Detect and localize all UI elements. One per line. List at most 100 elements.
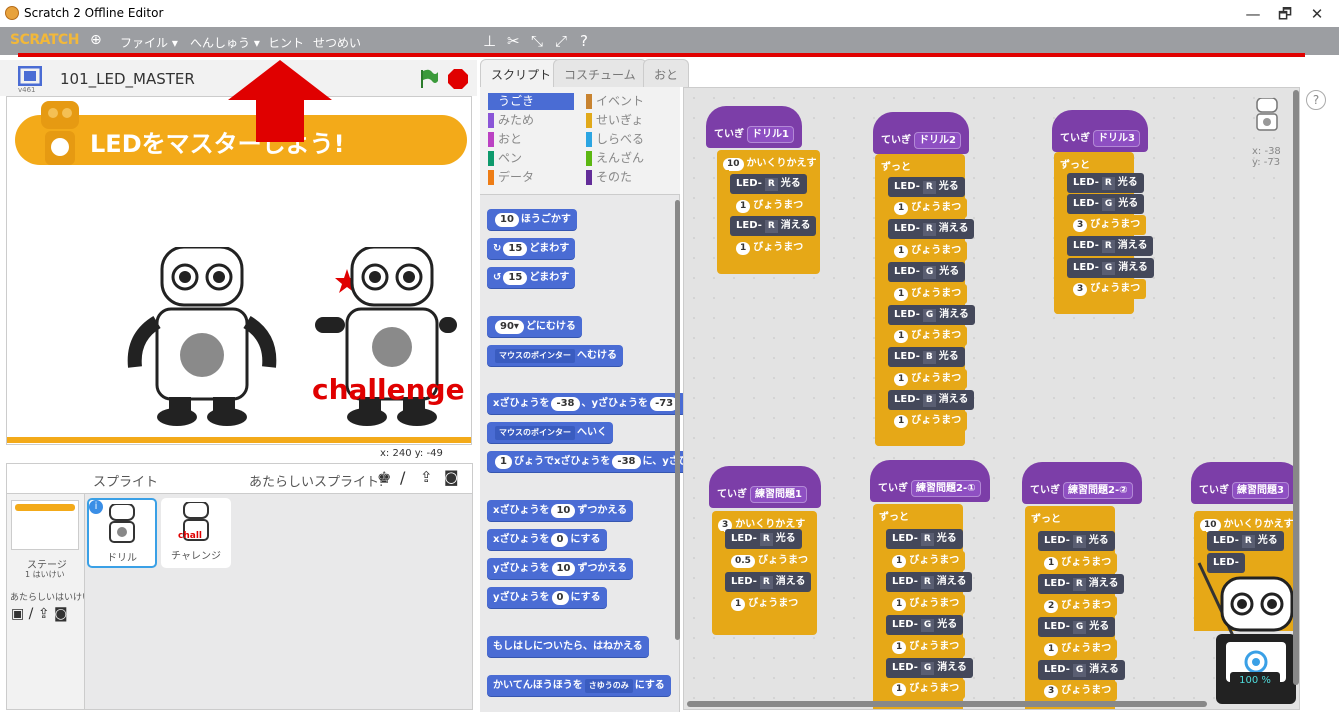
- led-block[interactable]: LED- G 消える: [1038, 660, 1125, 680]
- sprite-info-icon[interactable]: i: [89, 500, 103, 514]
- block-change-y[interactable]: yざひょうを 10 ずつかえる: [487, 558, 634, 579]
- wait-block[interactable]: 1 びょうまつ: [886, 637, 966, 657]
- led-block[interactable]: LED- R 消える: [886, 572, 973, 592]
- stop-sign-icon[interactable]: [447, 68, 469, 90]
- category-motion[interactable]: うごき: [488, 93, 574, 110]
- block-point-direction[interactable]: 90▾ どにむける: [487, 316, 582, 337]
- led-block[interactable]: LED- G 消える: [1067, 258, 1154, 278]
- category-looks[interactable]: みため: [488, 112, 534, 129]
- green-flag-icon[interactable]: [418, 68, 440, 90]
- script-area[interactable]: ていぎ ドリル1 10 かいくりかえす LED- R 光る 1 びょうまつ LED- R 消え…: [683, 87, 1300, 710]
- block-bounce[interactable]: もしはしについたら、はねかえる: [487, 636, 649, 657]
- tab-scripts[interactable]: スクリプト: [480, 59, 563, 87]
- wait-block[interactable]: 1 びょうまつ: [888, 284, 968, 304]
- menu-edit[interactable]: へんしゅう ▾: [190, 34, 260, 51]
- wait-block[interactable]: 1 びょうまつ: [1038, 639, 1118, 659]
- sprite-thumb-challenge[interactable]: chall チャレンジ: [161, 498, 231, 568]
- category-sensing[interactable]: しらべる: [586, 131, 644, 148]
- block-set-x[interactable]: xざひょうを 0 にする: [487, 529, 607, 550]
- menu-about[interactable]: せつめい: [313, 34, 361, 51]
- duplicate-stamp-icon[interactable]: ⊥: [483, 32, 496, 50]
- block-point-towards[interactable]: マウスのポインター へむける: [487, 345, 623, 366]
- led-block[interactable]: LED- B 消える: [888, 390, 975, 410]
- project-name[interactable]: 101_LED_MASTER: [60, 70, 195, 88]
- wait-block[interactable]: 1 びょうまつ: [725, 594, 805, 614]
- maximize-button[interactable]: 🗗: [1270, 3, 1300, 25]
- tab-costumes[interactable]: コスチューム: [553, 59, 647, 87]
- led-block[interactable]: LED- R 消える: [730, 216, 817, 236]
- wait-block[interactable]: 1 びょうまつ: [886, 594, 966, 614]
- block-set-y[interactable]: yざひょうを 0 にする: [487, 587, 607, 608]
- define-hat-ex2b[interactable]: ていぎ 練習問題2-②: [1022, 462, 1142, 504]
- led-block[interactable]: LED- R 消える: [725, 572, 812, 592]
- led-block[interactable]: LED- G 消える: [888, 305, 975, 325]
- led-block[interactable]: LED- G 光る: [888, 262, 966, 282]
- wait-block[interactable]: 1 びょうまつ: [888, 241, 968, 261]
- wait-block[interactable]: 1 びょうまつ: [1038, 553, 1118, 573]
- wait-block[interactable]: 3 びょうまつ: [1067, 279, 1147, 299]
- led-block[interactable]: LED- R 光る: [725, 529, 802, 549]
- help-icon[interactable]: ?: [580, 32, 588, 50]
- define-hat-drill2[interactable]: ていぎ ドリル2: [873, 112, 969, 154]
- menu-hint[interactable]: ヒント: [268, 34, 304, 51]
- wait-block[interactable]: 3 びょうまつ: [1067, 215, 1147, 235]
- define-hat-ex2a[interactable]: ていぎ 練習問題2-①: [870, 460, 990, 502]
- category-operators[interactable]: えんざん: [586, 150, 644, 167]
- backdrop-tools-icon[interactable]: ▣ / ⇪ ◙: [11, 606, 68, 622]
- define-hat-ex3[interactable]: ていぎ 練習問題3: [1191, 462, 1299, 504]
- script-help-button[interactable]: ?: [1306, 90, 1326, 110]
- wait-block[interactable]: 1 びょうまつ: [886, 679, 966, 699]
- define-hat-drill1[interactable]: ていぎ ドリル1: [706, 106, 802, 148]
- script-vertical-scrollbar[interactable]: [1293, 90, 1299, 685]
- fullscreen-icon[interactable]: [18, 66, 42, 86]
- wait-block[interactable]: 1 びょうまつ: [886, 551, 966, 571]
- block-goto-xy[interactable]: xざひょうを -38 、yざひょうを -73: [487, 393, 687, 414]
- category-pen[interactable]: ペン: [488, 150, 522, 167]
- palette-scrollbar[interactable]: [675, 200, 680, 640]
- minimize-button[interactable]: —: [1238, 3, 1268, 25]
- category-control[interactable]: せいぎょ: [586, 112, 643, 129]
- led-block[interactable]: LED- R 光る: [886, 529, 963, 549]
- block-rotation-style[interactable]: かいてんほうほうを さゆうのみ にする: [487, 675, 671, 696]
- led-block[interactable]: LED- R 光る: [888, 177, 965, 197]
- stage-thumbnail[interactable]: [11, 500, 79, 550]
- block-turn-left[interactable]: ↺ 15 どまわす: [487, 267, 576, 288]
- wait-block[interactable]: 3 びょうまつ: [1038, 681, 1118, 701]
- shrink-icon[interactable]: ⤢: [555, 32, 567, 50]
- led-block[interactable]: LED- R 光る: [730, 174, 807, 194]
- tab-sounds[interactable]: おと: [643, 59, 690, 87]
- category-data[interactable]: データ: [488, 169, 534, 186]
- led-block[interactable]: LED- R 消える: [888, 219, 975, 239]
- category-events[interactable]: イベント: [586, 93, 644, 110]
- wait-block[interactable]: 1 びょうまつ: [888, 326, 968, 346]
- wait-block[interactable]: 1 びょうまつ: [888, 411, 968, 431]
- led-block[interactable]: LED- G 光る: [886, 615, 964, 635]
- close-button[interactable]: ✕: [1302, 3, 1332, 25]
- upload-sprite-icon[interactable]: ⇪: [420, 468, 433, 486]
- sprite-thumb-drill[interactable]: i ドリル: [87, 498, 157, 568]
- block-change-x[interactable]: xざひょうを 10 ずつかえる: [487, 500, 634, 521]
- define-hat-drill3[interactable]: ていぎ ドリル3: [1052, 110, 1148, 152]
- block-move-steps[interactable]: 10 ほうごかす: [487, 209, 577, 230]
- block-goto[interactable]: マウスのポインター へいく: [487, 422, 613, 443]
- led-block[interactable]: LED- G 光る: [1067, 194, 1145, 214]
- define-hat-ex1[interactable]: ていぎ 練習問題1: [709, 466, 821, 508]
- wait-block[interactable]: 2 びょうまつ: [1038, 596, 1118, 616]
- category-sound[interactable]: おと: [488, 131, 522, 148]
- block-glide[interactable]: 1 びょうでxざひょうを -38 に、yざひ: [487, 451, 695, 472]
- language-globe-icon[interactable]: ⊕: [90, 32, 102, 48]
- wait-block[interactable]: 1 びょうまつ: [730, 196, 810, 216]
- script-horizontal-scrollbar[interactable]: [687, 701, 1207, 707]
- wait-block[interactable]: 0.5 びょうまつ: [725, 551, 814, 571]
- choose-sprite-library-icon[interactable]: ♚: [377, 468, 391, 487]
- wait-block[interactable]: 1 びょうまつ: [730, 238, 810, 258]
- led-block[interactable]: LED- R 光る: [1038, 531, 1115, 551]
- wait-block[interactable]: 1 びょうまつ: [888, 198, 968, 218]
- scratch-logo[interactable]: SCRATCH: [10, 32, 79, 48]
- led-block[interactable]: LED- R 光る: [1207, 531, 1284, 551]
- grow-icon[interactable]: ⤡: [531, 32, 543, 50]
- block-turn-right[interactable]: ↻ 15 どまわす: [487, 238, 576, 259]
- category-more[interactable]: そのた: [586, 169, 632, 186]
- led-block[interactable]: LED- B 光る: [888, 347, 965, 367]
- stage-canvas[interactable]: LEDをマスターしよう! challenge: [6, 96, 472, 445]
